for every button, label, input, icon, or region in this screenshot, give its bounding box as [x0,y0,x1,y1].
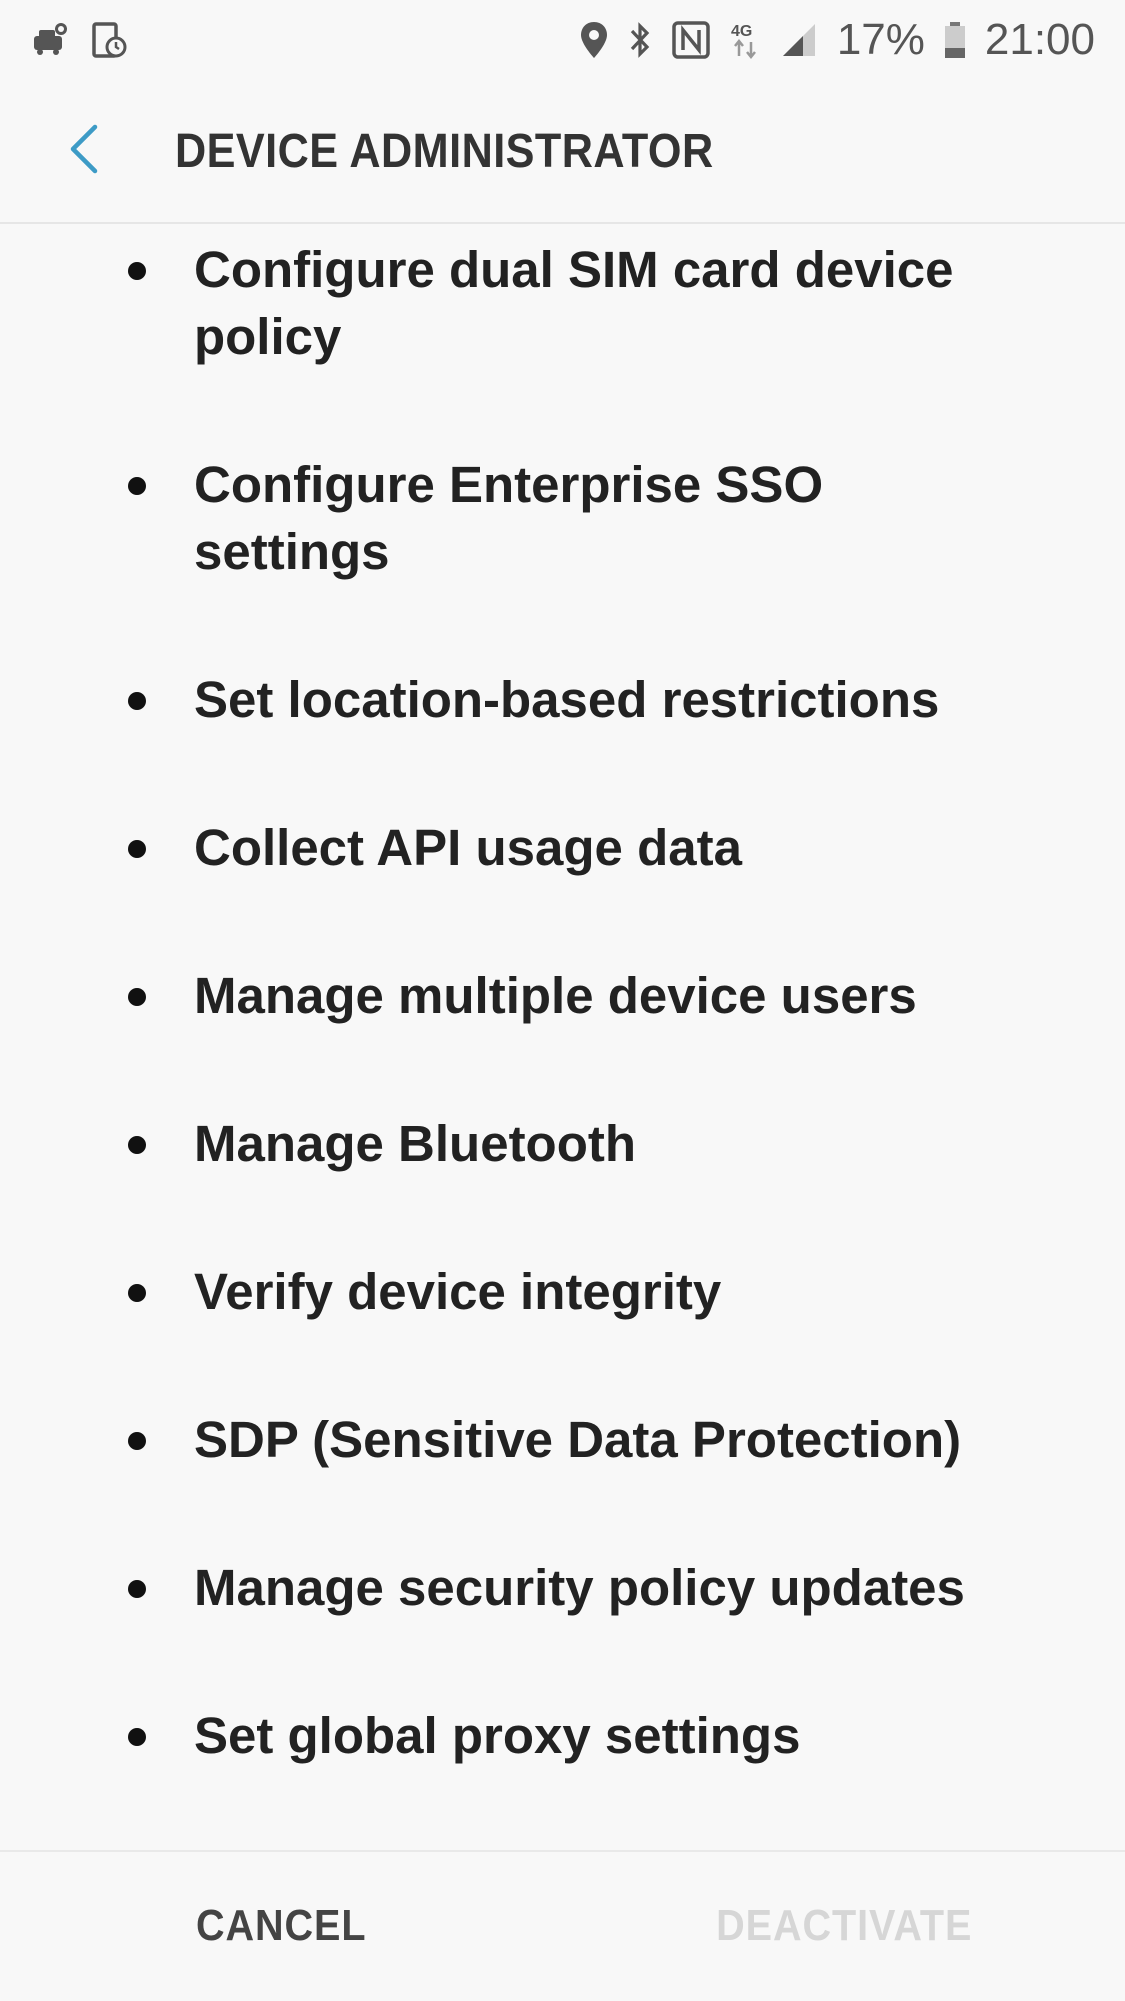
cancel-button[interactable]: CANCEL [28,1851,534,2001]
deactivate-button[interactable]: DEACTIVATE [591,1851,1097,2001]
bullet-icon [128,1432,146,1450]
permission-label: Collect API usage data [194,819,742,876]
permission-label: Manage Bluetooth [194,1115,636,1172]
permission-label: Set global proxy settings [194,1707,801,1764]
status-bar-left [30,20,128,60]
bullet-icon [128,262,146,280]
back-button[interactable] [25,79,145,223]
app-bar: DEVICE ADMINISTRATOR [0,80,1125,224]
signal-icon [781,20,819,60]
permission-item: SDP (Sensitive Data Protection) [0,1406,1125,1473]
bullet-icon [128,477,146,495]
status-bar: 4G 17% 21:00 [0,0,1125,80]
permission-label: Configure dual SIM card device policy [194,241,954,365]
bluetooth-icon [627,20,653,60]
bullet-icon [128,1136,146,1154]
permission-label: Manage multiple device users [194,967,917,1024]
permission-item: Verify device integrity [0,1258,1125,1325]
bullet-icon [128,1580,146,1598]
permission-item: Manage security policy updates [0,1554,1125,1621]
device-schedule-icon [88,20,128,60]
battery-icon [943,20,967,60]
permission-item: Set location-based restrictions [0,666,1125,733]
permission-label: Manage security policy updates [194,1559,965,1616]
nfc-icon [671,20,711,60]
permission-list-container[interactable]: Configure dual SIM card device policy Co… [0,226,1125,1850]
clock: 21:00 [984,15,1095,64]
permission-item: Collect API usage data [0,814,1125,881]
driving-mode-icon [30,20,70,60]
permission-label: Set location-based restrictions [194,671,940,728]
back-chevron-icon [65,121,105,182]
status-bar-right: 4G 17% 21:00 [579,15,1095,65]
permission-list: Configure dual SIM card device policy Co… [0,236,1125,1769]
permission-item: Configure dual SIM card device policy [0,236,1125,370]
bullet-icon [128,988,146,1006]
permission-label: SDP (Sensitive Data Protection) [194,1411,962,1468]
permission-item: Configure Enterprise SSO settings [0,451,1125,585]
bullet-icon [128,1728,146,1746]
action-bar: CANCEL DEACTIVATE [0,1850,1125,2000]
bullet-icon [128,1284,146,1302]
permission-label: Configure Enterprise SSO settings [194,456,824,580]
permission-label: Verify device integrity [194,1263,722,1320]
location-icon [579,20,609,60]
network-4g-icon: 4G [729,20,763,60]
permission-item: Manage Bluetooth [0,1110,1125,1177]
permission-item: Manage multiple device users [0,962,1125,1029]
page-title: DEVICE ADMINISTRATOR [175,124,714,178]
bullet-icon [128,840,146,858]
bullet-icon [128,692,146,710]
permission-item: Set global proxy settings [0,1702,1125,1769]
battery-percent: 17% [836,15,925,64]
svg-text:4G: 4G [731,23,752,40]
